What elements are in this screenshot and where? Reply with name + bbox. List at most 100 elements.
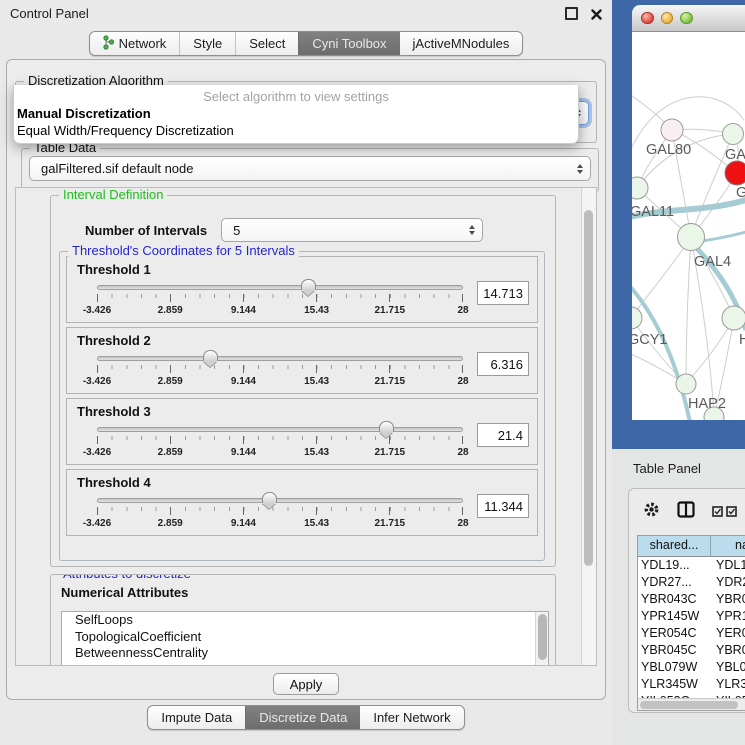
threshold-3-value-field[interactable]: 21.4 <box>477 423 529 447</box>
node-label-partial: H <box>739 332 745 348</box>
dropdown-option-manual-discretization[interactable]: Manual Discretization <box>14 105 578 122</box>
threshold-2-panel: Threshold 2 -3.426 <box>66 327 538 394</box>
scrollbar-thumb[interactable] <box>584 210 593 566</box>
numerical-attributes-list[interactable]: SelfLoops TopologicalCoefficient Between… <box>61 611 549 666</box>
scrollbar-thumb[interactable] <box>640 701 738 709</box>
threshold-2-value-field[interactable]: 6.316 <box>477 352 529 376</box>
node-gal80[interactable] <box>661 119 683 141</box>
slider-thumb[interactable] <box>301 279 316 290</box>
node-label-gal4: GAL4 <box>694 254 731 270</box>
threshold-1-label: Threshold 1 <box>67 257 537 277</box>
slider-track[interactable] <box>97 285 463 290</box>
network-window: GAL80 GA G GAL11 GAL4 GCY1 H HAP2 <box>612 0 745 449</box>
slider-major-ticks <box>97 365 463 373</box>
tab-infer-network[interactable]: Infer Network <box>360 706 463 729</box>
slider-thumb[interactable] <box>203 350 218 361</box>
threshold-4-label: Threshold 4 <box>67 470 537 490</box>
node-gal4[interactable] <box>678 224 705 251</box>
threshold-4-value-field[interactable]: 11.344 <box>477 494 529 518</box>
table-row[interactable]: YBL079WYBL079W <box>638 659 745 676</box>
node-label-partial: GA <box>725 147 745 163</box>
tab-cyni-toolbox[interactable]: Cyni Toolbox <box>298 32 399 55</box>
node-right-mid[interactable] <box>722 306 745 330</box>
right-column: GAL80 GA G GAL11 GAL4 GCY1 H HAP2 Table … <box>612 0 745 745</box>
table-row[interactable]: YBR043CYBR043C <box>638 591 745 608</box>
slider-major-ticks <box>97 294 463 302</box>
table-row[interactable]: YDR27...YDR27... <box>638 574 745 591</box>
table-row[interactable]: YPR145WYPR145W <box>638 608 745 625</box>
list-scrollbar[interactable] <box>535 612 548 666</box>
cyni-toolbox-panel: Discretization Algorithm Select algorith… <box>6 59 606 700</box>
slider-track[interactable] <box>97 356 463 361</box>
list-item[interactable]: BetweennessCentrality <box>62 645 548 662</box>
threshold-1-slider[interactable]: -3.426 2.859 9.144 15.43 21.715 28 <box>97 279 463 321</box>
slider-thumb[interactable] <box>262 492 277 503</box>
select-columns-icon[interactable] <box>712 506 737 517</box>
table-header-row: shared... name <box>638 536 745 557</box>
threshold-3-label: Threshold 3 <box>67 399 537 419</box>
close-traffic-light-icon[interactable] <box>641 12 654 25</box>
number-of-intervals-value: 5 <box>233 223 240 238</box>
table-horizontal-scrollbar[interactable] <box>638 698 745 710</box>
control-panel: Control Panel Network Style Select Cyni … <box>0 0 612 745</box>
close-icon[interactable] <box>591 8 602 19</box>
table-row[interactable]: YER054CYER054C <box>638 625 745 642</box>
tab-impute-data[interactable]: Impute Data <box>148 706 245 729</box>
node-label-gal11: GAL11 <box>632 204 674 220</box>
number-of-intervals-label: Number of Intervals <box>85 223 207 238</box>
attributes-group-label: Attributes to discretize <box>59 574 195 581</box>
node-gcy1[interactable] <box>632 307 642 329</box>
slider-track[interactable] <box>97 427 463 432</box>
list-item[interactable]: TopologicalCoefficient <box>62 629 548 646</box>
column-header-name[interactable]: name <box>711 536 745 556</box>
node-attribute-table[interactable]: shared... name YDL19...YDL19... YDR27...… <box>637 535 745 711</box>
settings-scrollbar[interactable] <box>581 188 596 665</box>
slider-track[interactable] <box>97 498 463 503</box>
network-canvas[interactable]: GAL80 GA G GAL11 GAL4 GCY1 H HAP2 <box>632 32 745 420</box>
tab-network[interactable]: Network <box>90 32 180 55</box>
node-hap2[interactable] <box>676 374 696 394</box>
dropdown-prompt-item[interactable]: Select algorithm to view settings <box>14 88 578 105</box>
number-of-intervals-combo[interactable]: 5 <box>221 218 483 242</box>
threshold-3-slider[interactable]: -3.426 2.859 9.144 15.43 21.715 28 <box>97 421 463 463</box>
table-panel-toolbar <box>643 501 737 521</box>
panel-title: Control Panel <box>10 6 89 21</box>
node-top-right[interactable] <box>723 124 744 145</box>
table-row[interactable]: YLR345WYLR345W <box>638 676 745 693</box>
table-row[interactable]: YDL19...YDL19... <box>638 557 745 574</box>
node-label-hap2: HAP2 <box>688 396 726 412</box>
network-tree-icon <box>103 35 114 53</box>
interval-definition-group: Interval Definition Number of Intervals … <box>50 195 556 567</box>
threshold-4-slider[interactable]: -3.426 2.859 9.144 15.43 21.715 28 <box>97 492 463 534</box>
cyni-mode-tabs: Impute Data Discretize Data Infer Networ… <box>147 705 464 730</box>
node-selected-red[interactable] <box>725 161 745 185</box>
threshold-1-value-field[interactable]: 14.713 <box>477 281 529 305</box>
control-panel-titlebar: Control Panel <box>0 0 612 26</box>
float-window-icon[interactable] <box>565 7 578 20</box>
tab-style[interactable]: Style <box>179 32 235 55</box>
threshold-2-slider[interactable]: -3.426 2.859 9.144 15.43 21.715 28 <box>97 350 463 392</box>
apply-button[interactable]: Apply <box>273 673 339 695</box>
threshold-1-panel: Threshold 1 -3.426 <box>66 256 538 323</box>
zoom-traffic-light-icon[interactable] <box>680 12 693 25</box>
slider-tick-labels: -3.426 2.859 9.144 15.43 21.715 28 <box>97 305 463 317</box>
tab-select[interactable]: Select <box>235 32 298 55</box>
column-split-icon[interactable] <box>677 501 695 521</box>
list-item[interactable]: SelfLoops <box>62 612 548 629</box>
threshold-3-panel: Threshold 3 -3.426 <box>66 398 538 465</box>
minimize-traffic-light-icon[interactable] <box>661 12 674 25</box>
tab-network-label: Network <box>119 36 167 51</box>
table-data-combo[interactable]: galFiltered.sif default node <box>29 156 591 181</box>
column-header-shared-name[interactable]: shared... <box>638 536 711 556</box>
combo-stepper-icon <box>577 164 583 174</box>
table-row[interactable]: YBR045CYBR045C <box>638 642 745 659</box>
plugin-tabs: Network Style Select Cyni Toolbox jActiv… <box>89 31 524 56</box>
slider-thumb[interactable] <box>379 421 394 432</box>
dropdown-option-equal-width-frequency[interactable]: Equal Width/Frequency Discretization <box>14 122 578 139</box>
network-window-titlebar[interactable] <box>632 5 745 32</box>
tab-jactivemnodules[interactable]: jActiveMNodules <box>400 32 523 55</box>
numerical-attributes-label: Numerical Attributes <box>61 585 188 600</box>
tab-discretize-data[interactable]: Discretize Data <box>245 706 360 729</box>
settings-gear-icon[interactable] <box>643 501 660 521</box>
node-label-gal80: GAL80 <box>646 142 691 158</box>
